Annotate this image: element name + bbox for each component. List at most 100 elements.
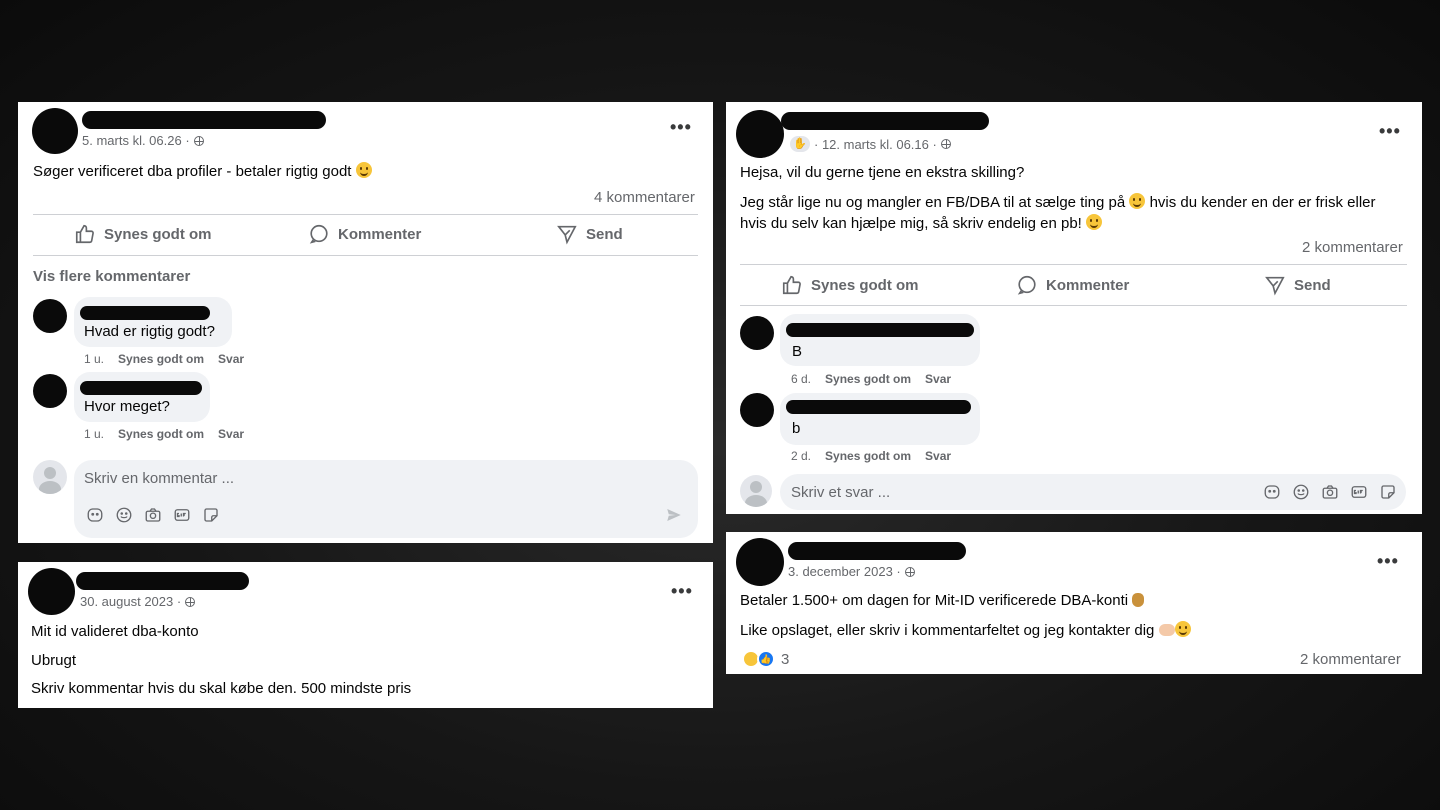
redacted-author-name bbox=[781, 112, 989, 130]
author-avatar[interactable] bbox=[32, 108, 78, 154]
camera-icon[interactable] bbox=[144, 506, 162, 524]
comment-like-link[interactable]: Synes godt om bbox=[825, 449, 911, 463]
paper-plane-icon bbox=[557, 225, 577, 245]
comment-text: b bbox=[792, 420, 801, 437]
author-avatar[interactable] bbox=[736, 110, 784, 158]
post-body: Søger verificeret dba profiler - betaler… bbox=[33, 162, 372, 180]
post-line-1: Betaler 1.500+ om dagen for Mit-ID verif… bbox=[740, 592, 1145, 609]
post-card-2: ✋ · 12. marts kl. 06.16 · ••• Hejsa, vil… bbox=[726, 102, 1422, 514]
comment-like-link[interactable]: Synes godt om bbox=[118, 352, 204, 366]
emoji-icon[interactable] bbox=[115, 506, 133, 524]
commenter-avatar[interactable] bbox=[33, 374, 67, 408]
comment-meta: 6 d. Synes godt om Svar bbox=[791, 372, 952, 386]
comment-reply-link[interactable]: Svar bbox=[925, 372, 951, 386]
post-card-3: 30. august 2023 · ••• Mit id valideret d… bbox=[18, 562, 713, 708]
like-button[interactable]: Synes godt om bbox=[781, 274, 919, 296]
divider bbox=[33, 214, 698, 215]
submit-arrow-icon[interactable] bbox=[665, 506, 683, 524]
more-options-icon[interactable]: ••• bbox=[1379, 122, 1401, 140]
comment-meta: 1 u. Synes godt om Svar bbox=[84, 352, 245, 366]
commenter-avatar[interactable] bbox=[33, 299, 67, 333]
divider bbox=[740, 305, 1407, 306]
avatar-sticker-icon[interactable] bbox=[1263, 483, 1281, 501]
post-line-2: Jeg står lige nu og mangler en FB/DBA ti… bbox=[740, 193, 1376, 211]
comment-like-link[interactable]: Synes godt om bbox=[118, 427, 204, 441]
redacted-author-name bbox=[76, 572, 249, 590]
sticker-icon[interactable] bbox=[1379, 483, 1397, 501]
current-user-avatar[interactable] bbox=[33, 460, 67, 494]
globe-icon bbox=[904, 566, 915, 577]
more-options-icon[interactable]: ••• bbox=[1377, 552, 1399, 570]
commenter-avatar[interactable] bbox=[740, 393, 774, 427]
comment-reply-link[interactable]: Svar bbox=[218, 427, 244, 441]
thumbs-up-icon bbox=[782, 275, 801, 295]
smiley-emoji-icon bbox=[355, 162, 372, 178]
hand-heart-emoji-icon bbox=[1158, 624, 1175, 636]
comment-bubble bbox=[780, 314, 980, 366]
comment-meta: 1 u. Synes godt om Svar bbox=[84, 427, 245, 441]
comment-count[interactable]: 2 kommentarer bbox=[1302, 239, 1403, 256]
comment-text: Hvor meget? bbox=[84, 398, 170, 415]
author-avatar[interactable] bbox=[736, 538, 784, 586]
commenter-avatar[interactable] bbox=[740, 316, 774, 350]
current-user-avatar[interactable] bbox=[740, 475, 772, 507]
emoji-icon[interactable] bbox=[1292, 483, 1310, 501]
avatar-sticker-icon[interactable] bbox=[86, 506, 104, 524]
paper-plane-icon bbox=[1265, 276, 1285, 296]
thumbs-up-icon bbox=[75, 224, 94, 244]
comment-count[interactable]: 4 kommentarer bbox=[594, 189, 695, 206]
send-button[interactable]: Send bbox=[1264, 274, 1331, 296]
comment-count[interactable]: 2 kommentarer bbox=[1300, 651, 1401, 668]
comment-text: Hvad er rigtig godt? bbox=[84, 323, 215, 340]
redacted-author-name bbox=[82, 111, 326, 129]
post-card-1: 5. marts kl. 06.26 · ••• Søger verificer… bbox=[18, 102, 713, 543]
speech-bubble-icon bbox=[309, 224, 328, 244]
post-timestamp[interactable]: 30. august 2023 · bbox=[80, 594, 196, 609]
speech-bubble-icon bbox=[1017, 275, 1036, 295]
post-line-3: Skriv kommentar hvis du skal købe den. 5… bbox=[31, 680, 412, 697]
globe-icon bbox=[940, 139, 951, 149]
post-line-1: Hejsa, vil du gerne tjene en ekstra skil… bbox=[740, 164, 1025, 181]
smiley-emoji-icon bbox=[1086, 214, 1103, 230]
like-reaction-icon: 👍 bbox=[757, 650, 775, 668]
redacted-commenter-name bbox=[80, 381, 202, 395]
more-options-icon[interactable]: ••• bbox=[670, 118, 692, 136]
money-bag-emoji-icon bbox=[1132, 593, 1145, 607]
grinning-emoji-icon bbox=[1174, 621, 1191, 637]
redacted-commenter-name bbox=[786, 323, 974, 337]
post-timestamp[interactable]: ✋ · 12. marts kl. 06.16 · bbox=[790, 136, 951, 152]
smiley-emoji-icon bbox=[1129, 193, 1146, 209]
post-timestamp[interactable]: 5. marts kl. 06.26 · bbox=[82, 133, 204, 148]
comment-text: B bbox=[792, 343, 803, 360]
redacted-commenter-name bbox=[80, 306, 210, 320]
divider bbox=[740, 264, 1407, 265]
like-button[interactable]: Synes godt om bbox=[74, 223, 212, 245]
post-card-4: 3. december 2023 · ••• Betaler 1.500+ om… bbox=[726, 532, 1422, 674]
comment-like-link[interactable]: Synes godt om bbox=[825, 372, 911, 386]
wave-badge-icon: ✋ bbox=[790, 136, 810, 152]
comment-reply-link[interactable]: Svar bbox=[218, 352, 244, 366]
sticker-icon[interactable] bbox=[202, 506, 220, 524]
gif-icon[interactable] bbox=[173, 506, 191, 524]
post-line-3: hvis du selv kan hjælpe mig, så skriv en… bbox=[740, 214, 1103, 232]
comment-button[interactable]: Kommenter bbox=[308, 223, 421, 245]
view-more-comments-link[interactable]: Vis flere kommentarer bbox=[33, 268, 190, 285]
comment-button[interactable]: Kommenter bbox=[1016, 274, 1129, 296]
reaction-summary[interactable]: 👍 3 bbox=[742, 650, 789, 668]
camera-icon[interactable] bbox=[1321, 483, 1339, 501]
post-line-2: Like opslaget, eller skriv i kommentarfe… bbox=[740, 621, 1191, 639]
post-timestamp[interactable]: 3. december 2023 · bbox=[788, 564, 915, 579]
author-avatar[interactable] bbox=[28, 568, 75, 615]
globe-icon bbox=[193, 135, 204, 146]
comment-meta: 2 d. Synes godt om Svar bbox=[791, 449, 952, 463]
send-button[interactable]: Send bbox=[556, 223, 623, 245]
reply-input-placeholder: Skriv et svar ... bbox=[791, 484, 891, 501]
divider bbox=[33, 255, 698, 256]
comment-reply-link[interactable]: Svar bbox=[925, 449, 951, 463]
post-line-2: Ubrugt bbox=[31, 652, 77, 669]
post-line-1: Mit id valideret dba-konto bbox=[31, 623, 199, 640]
more-options-icon[interactable]: ••• bbox=[671, 582, 693, 600]
redacted-commenter-name bbox=[786, 400, 971, 414]
globe-icon bbox=[185, 596, 196, 607]
gif-icon[interactable] bbox=[1350, 483, 1368, 501]
